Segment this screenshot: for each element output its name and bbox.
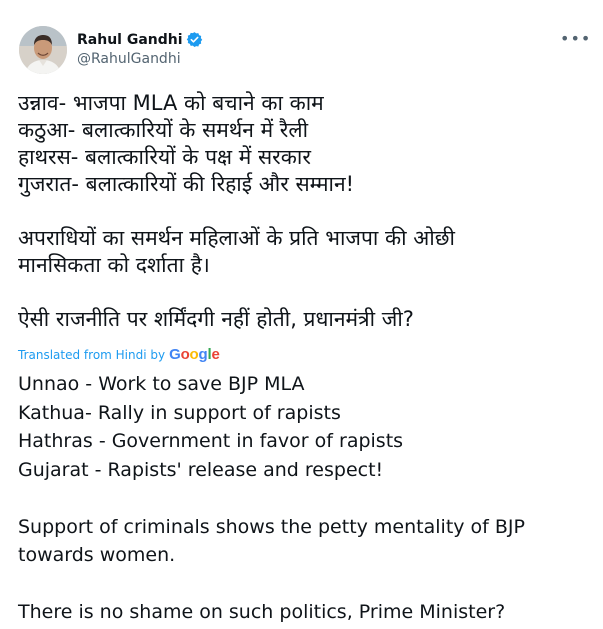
translated-text-line: Support of criminals shows the petty men… [18,515,525,538]
more-options-icon[interactable]: ••• [560,30,590,50]
translated-text-line: towards women. [18,544,176,566]
author-handle[interactable]: @RahulGandhi [77,51,181,67]
author-name-row: Rahul Gandhi [77,31,203,48]
translated-text-line: Hathras - Government in favor of rapists [18,430,404,452]
google-logo: Google [169,346,220,363]
tweet-original-text: उन्नाव- भाजपा MLA को बचाने का काम कठुआ- ब… [18,90,593,333]
original-text-spacer [18,198,593,225]
tweet-translated-text: Unnao - Work to save BJP MLA Kathua- Rall… [18,370,593,627]
translation-label: Translated from Hindi by [18,347,166,362]
original-text-line: गुजरात- बलात्कारियों की रिहाई और सम्मान! [18,172,355,196]
translated-text-line: Unnao - Work to save BJP MLA [18,373,305,395]
author-display-name[interactable]: Rahul Gandhi [77,32,183,48]
avatar-portrait [19,26,67,74]
translated-text-line: Gujarat - Rapists' release and respect! [18,458,384,481]
translation-attribution[interactable]: Translated from Hindi by Google [18,346,220,363]
original-text-line: अपराधियों का समर्थन महिलाओं के प्रति भाज… [18,226,455,250]
translated-text-spacer [18,570,593,599]
translated-text-line: Kathua- Rally in support of rapists [18,401,341,424]
original-text-line: कठुआ- बलात्कारियों के समर्थन में रैली [18,118,309,142]
translated-text-line: There is no shame on such politics, Prim… [18,601,506,623]
tweet: Rahul Gandhi @RahulGandhi ••• उन्नाव- भा… [0,0,603,629]
verified-badge-icon [186,31,203,48]
original-text-line: उन्नाव- भाजपा MLA को बचाने का काम [18,91,324,115]
original-text-spacer [18,279,593,306]
translated-text-spacer [18,484,593,513]
original-text-line: हाथरस- बलात्कारियों के पक्ष में सरकार [18,145,311,169]
original-text-line: ऐसी राजनीति पर शर्मिंदगी नहीं होती, प्रध… [18,307,414,331]
original-text-line: मानसिकता को दर्शाता है। [18,253,210,277]
avatar[interactable] [19,26,67,74]
